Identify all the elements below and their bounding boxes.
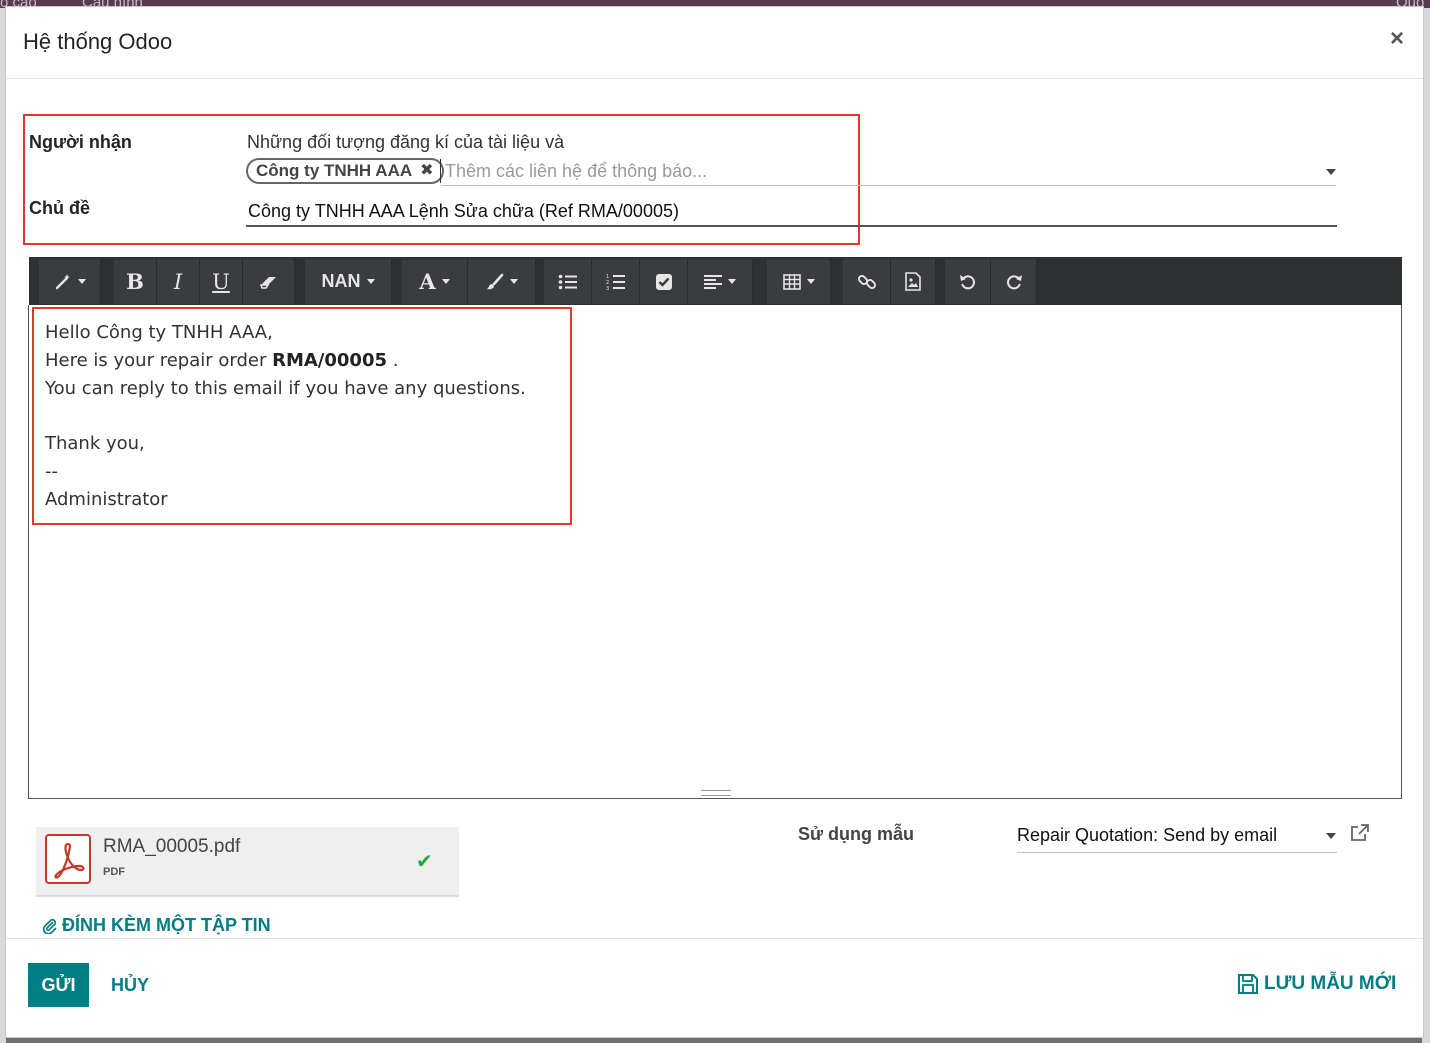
checkbox-icon [655, 273, 672, 290]
paint-brush-icon [486, 273, 503, 289]
recipients-followers-text: Những đối tượng đăng kí của tài liệu và [247, 132, 565, 152]
cancel-button[interactable]: HỦY [111, 975, 149, 996]
attach-file-label: ĐÍNH KÈM MỘT TẬP TIN [62, 915, 271, 935]
toolbar-group-insert [843, 259, 936, 304]
underline-icon: U [212, 269, 230, 294]
table-dropdown[interactable] [767, 259, 831, 304]
remove-format-button[interactable] [243, 259, 295, 304]
background-color-dropdown[interactable] [468, 259, 536, 304]
style-dropdown-button[interactable] [39, 259, 101, 304]
remove-tag-icon[interactable]: ✖ [420, 160, 433, 182]
recipient-tag[interactable]: Công ty TNHH AAA ✖ [246, 158, 444, 184]
attach-file-link[interactable]: ĐÍNH KÈM MỘT TẬP TIN [42, 915, 271, 936]
attachment-card[interactable]: RMA_00005.pdf PDF ✔ [36, 827, 459, 897]
recipients-dropdown-icon[interactable] [1326, 169, 1336, 175]
recipients-input[interactable] [441, 158, 1336, 186]
dialog-title: Hệ thống Odoo [23, 29, 173, 54]
numbered-list-icon: 1 2 3 [606, 274, 625, 291]
template-select[interactable]: Repair Quotation: Send by email [1017, 823, 1337, 853]
template-select-value: Repair Quotation: Send by email [1017, 825, 1278, 845]
checklist-button[interactable] [640, 259, 688, 304]
font-size-dropdown[interactable]: NAN [305, 259, 392, 304]
highlight-box-body [32, 307, 572, 525]
font-size-label: NAN [321, 271, 361, 291]
link-icon [857, 274, 876, 289]
magic-wand-icon [55, 273, 70, 289]
dialog-header: Hệ thống Odoo × [6, 7, 1423, 79]
toolbar-group-fontsize: NAN [305, 259, 392, 304]
compose-email-dialog: Hệ thống Odoo × Người nhận Những đối tượ… [5, 6, 1424, 1038]
redo-icon [1006, 274, 1022, 289]
paperclip-icon [42, 918, 57, 934]
subject-input[interactable] [246, 197, 1337, 227]
italic-button[interactable]: I [157, 259, 200, 304]
insert-media-button[interactable] [891, 259, 936, 304]
save-template-button[interactable]: LƯU MẪU MỚI [1237, 973, 1396, 995]
editor-toolbar: B I U NAN A 1 2 3 [29, 257, 1402, 306]
toolbar-group-table [767, 259, 831, 304]
toolbar-group-history [945, 259, 1037, 304]
bullet-list-button[interactable] [544, 259, 592, 304]
editor-resize-handle[interactable] [701, 790, 731, 796]
toolbar-group-font: B I U [114, 259, 295, 304]
eraser-icon [259, 276, 276, 289]
check-icon: ✔ [416, 851, 433, 873]
toolbar-group-paragraph: 1 2 3 [544, 259, 753, 304]
font-color-dropdown[interactable]: A [402, 259, 468, 304]
dialog-footer: GỬI HỦY LƯU MẪU MỚI [6, 938, 1423, 1039]
send-button[interactable]: GỬI [28, 963, 89, 1007]
recipients-label: Người nhận [29, 132, 132, 152]
pdf-file-icon [45, 834, 91, 884]
bold-icon: B [126, 269, 144, 294]
bullet-list-icon [558, 274, 577, 289]
attachment-type: PDF [103, 866, 125, 878]
attachment-filename: RMA_00005.pdf [103, 836, 241, 857]
numbered-list-button[interactable]: 1 2 3 [592, 259, 640, 304]
chevron-down-icon [441, 279, 450, 284]
image-file-icon [905, 272, 921, 291]
recipient-tag-label: Công ty TNHH AAA [256, 161, 413, 180]
redo-button[interactable] [991, 259, 1037, 304]
underline-button[interactable]: U [200, 259, 243, 304]
chevron-down-icon [77, 279, 86, 284]
insert-link-button[interactable] [843, 259, 891, 304]
external-link-icon[interactable] [1350, 824, 1370, 847]
table-icon [782, 273, 801, 290]
align-left-icon [704, 274, 722, 289]
toolbar-group-style [39, 259, 101, 304]
toolbar-group-color: A [402, 259, 536, 304]
undo-button[interactable] [945, 259, 991, 304]
font-color-icon: A [419, 269, 436, 294]
undo-icon [959, 274, 975, 289]
bold-button[interactable]: B [114, 259, 157, 304]
alignment-dropdown[interactable] [688, 259, 753, 304]
close-icon[interactable]: × [1385, 27, 1409, 51]
template-label: Sử dụng mẫu [798, 824, 915, 844]
svg-text:3: 3 [606, 286, 609, 291]
save-template-label: LƯU MẪU MỚI [1264, 973, 1397, 994]
subject-label: Chủ đề [29, 198, 90, 218]
template-dropdown-icon[interactable] [1326, 833, 1336, 839]
chevron-down-icon [806, 279, 815, 284]
italic-icon: I [173, 269, 183, 294]
chevron-down-icon [728, 279, 736, 284]
floppy-disk-icon [1238, 974, 1258, 994]
chevron-down-icon [366, 279, 375, 284]
chevron-down-icon [509, 279, 518, 284]
